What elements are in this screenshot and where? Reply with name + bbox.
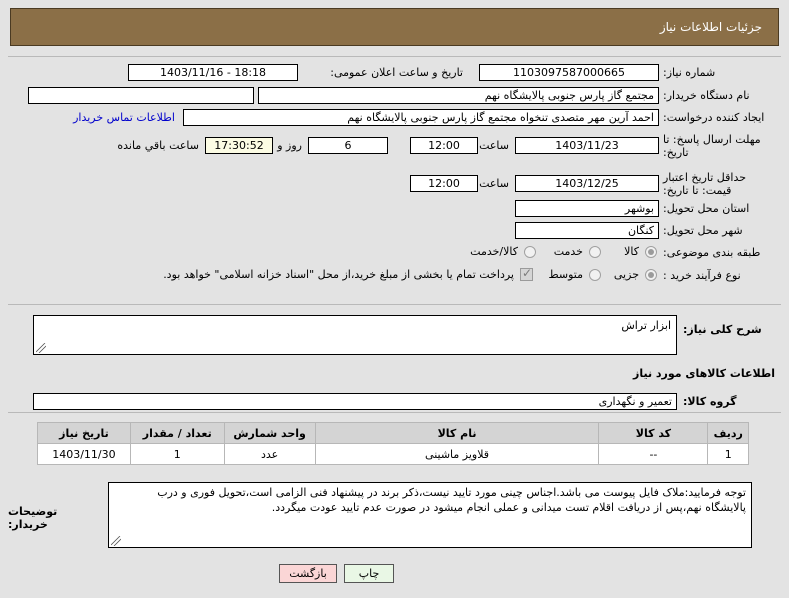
field-answer-deadline-date: 1403/11/23 (515, 137, 659, 154)
label-category-goods: کالا (624, 245, 639, 258)
label-price-validity-hour: ساعت (479, 177, 509, 190)
cell-unit: عدد (223, 443, 316, 465)
th-quantity: تعداد / مقدار (129, 422, 225, 444)
label-city: شهر محل تحویل: (663, 224, 743, 237)
buyer-contact-link[interactable]: اطلاعات تماس خریدار (73, 111, 175, 124)
label-province: استان محل تحویل: (663, 202, 750, 215)
cell-goods-name: قلاویز ماشینی (314, 443, 600, 465)
print-button[interactable]: چاپ (344, 564, 394, 583)
label-buyer-notes: توضیحات خریدار: (8, 505, 58, 531)
label-process-medium: متوسط (548, 268, 583, 281)
back-button[interactable]: بازگشت (279, 564, 337, 583)
goods-table: ردیف کد کالا نام کالا واحد شمارش تعداد /… (37, 422, 749, 465)
table-row: 1 -- قلاویز ماشینی عدد 1 1403/11/30 (37, 443, 749, 465)
label-answer-deadline: مهلت ارسال پاسخ: تا تاریخ: (663, 133, 761, 159)
general-description-text: ابزار تراش (621, 319, 671, 332)
checkbox-islamic-treasury-bonds[interactable] (520, 266, 533, 281)
goods-section-title: اطلاعات کالاهای مورد نیاز (633, 367, 775, 380)
field-buyer-notes[interactable]: توجه فرمایید:ملاک فایل پیوست می باشد.اجن… (108, 482, 752, 548)
page-header: جزئیات اطلاعات نیاز (10, 8, 779, 46)
label-category-goods-service: کالا/خدمت (470, 245, 518, 258)
radio-process-minor[interactable] (645, 269, 657, 281)
label-request-creator: ایجاد کننده درخواست: (663, 111, 765, 124)
label-need-number: شماره نیاز: (663, 66, 716, 79)
field-remaining-clock: 17:30:52 (205, 137, 273, 154)
field-city: کنگان (515, 222, 659, 239)
field-price-validity-date: 1403/12/25 (515, 175, 659, 192)
radio-process-medium[interactable] (589, 269, 601, 281)
label-purchase-process: نوع فرآیند خرید : (663, 269, 741, 282)
field-announce-datetime: 18:18 - 1403/11/16 (128, 64, 298, 81)
field-goods-group: تعمیر و نگهداری (33, 393, 677, 410)
label-announce-datetime: تاریخ و ساعت اعلان عمومی: (330, 66, 463, 79)
th-row-number: ردیف (707, 422, 749, 444)
field-remaining-days: 6 (308, 137, 388, 154)
cell-need-date: 1403/11/30 (37, 443, 131, 465)
label-remaining-suffix: ساعت باقي مانده (117, 139, 199, 152)
th-need-date: تاریخ نیاز (37, 422, 131, 444)
resize-grip-icon (36, 343, 46, 353)
need-information-panel: شماره نیاز: 1103097587000665 تاریخ و ساع… (8, 56, 781, 304)
field-need-number: 1103097587000665 (479, 64, 659, 81)
label-price-validity: حداقل تاریخ اعتبار قیمت: تا تاریخ: (663, 171, 747, 197)
th-unit: واحد شمارش (223, 422, 316, 444)
cell-quantity: 1 (129, 443, 225, 465)
resize-grip-icon (111, 536, 121, 546)
field-price-validity-time: 12:00 (410, 175, 478, 192)
field-general-description[interactable]: ابزار تراش (33, 315, 677, 355)
cell-goods-code: -- (598, 443, 709, 465)
th-goods-code: کد کالا (598, 422, 709, 444)
label-deadline-hour: ساعت (479, 139, 509, 152)
label-subject-category: طبقه بندی موضوعی: (663, 246, 761, 259)
cell-row-number: 1 (707, 443, 749, 465)
page-title: جزئیات اطلاعات نیاز (659, 20, 762, 34)
radio-category-goods-service[interactable] (524, 246, 536, 258)
table-header-row: ردیف کد کالا نام کالا واحد شمارش تعداد /… (37, 422, 749, 444)
field-request-creator: احمد آرین مهر متصدی تنخواه مجتمع گاز پار… (183, 109, 659, 126)
label-goods-group: گروه کالا: (683, 395, 737, 408)
label-buyer-organisation: نام دستگاه خریدار: (663, 89, 750, 102)
label-remaining-days-suffix: روز و (277, 139, 302, 152)
label-category-service: خدمت (553, 245, 583, 258)
field-buyer-organisation: مجتمع گاز پارس جنوبی پالایشگاه نهم (258, 87, 659, 104)
radio-category-service[interactable] (589, 246, 601, 258)
field-province: بوشهر (515, 200, 659, 217)
label-general-description: شرح کلی نیاز: (683, 323, 762, 336)
label-process-minor: جزیی (613, 268, 639, 281)
field-answer-deadline-time: 12:00 (410, 137, 478, 154)
radio-category-goods[interactable] (645, 246, 657, 258)
buyer-notes-text: توجه فرمایید:ملاک فایل پیوست می باشد.اجن… (157, 486, 746, 514)
field-buyer-organisation-extra (28, 87, 254, 104)
description-panel: شرح کلی نیاز: ابزار تراش اطلاعات کالاهای… (8, 304, 781, 412)
label-islamic-treasury-bonds: پرداخت تمام یا بخشی از مبلغ خرید،از محل … (163, 268, 514, 281)
th-goods-name: نام کالا (314, 422, 600, 444)
